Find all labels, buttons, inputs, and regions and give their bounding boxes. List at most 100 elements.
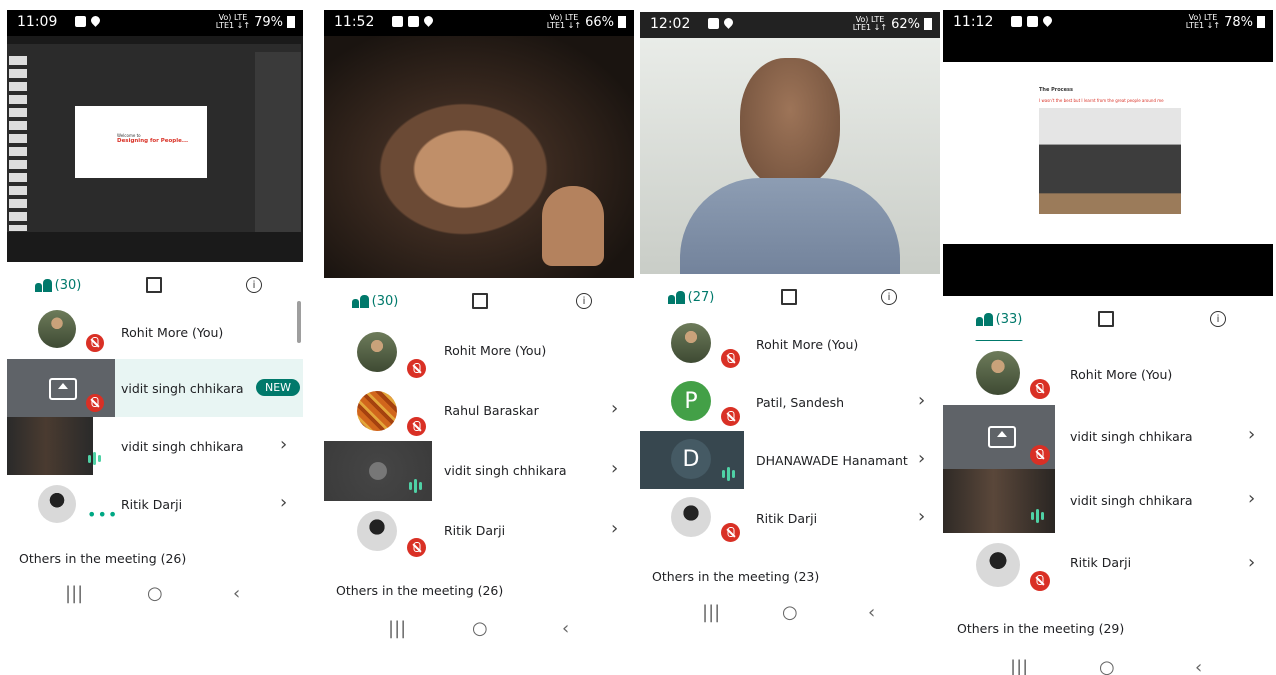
chevron-right-icon[interactable]: › — [1248, 488, 1255, 509]
chevron-right-icon[interactable]: › — [1248, 552, 1255, 573]
participant-row[interactable]: Rohit More (You) — [943, 341, 1273, 405]
battery-percent: 62% — [891, 16, 920, 32]
tab-info[interactable]: i — [874, 274, 904, 320]
participant-row[interactable]: D DHANAWADE Hanamant › — [640, 431, 940, 489]
chevron-right-icon[interactable]: › — [918, 448, 925, 469]
participant-name: Ritik Darji — [756, 511, 818, 526]
shared-screen-video[interactable]: The Process I wasn't the best but I lear… — [943, 36, 1273, 296]
chevron-right-icon[interactable]: › — [918, 390, 925, 411]
info-icon: i — [576, 293, 592, 309]
participant-row[interactable]: vidit singh chhikara › — [943, 469, 1273, 533]
slide-subtitle: I wasn't the best but I learnt from the … — [1039, 98, 1164, 103]
participant-row[interactable]: Rohit More (You) — [324, 321, 634, 381]
participant-row[interactable]: ••• Ritik Darji › — [7, 475, 303, 533]
chevron-right-icon[interactable]: › — [1248, 424, 1255, 445]
people-count: (33) — [995, 311, 1023, 327]
participant-row[interactable]: vidit singh chhikara › — [324, 441, 634, 501]
avatar — [671, 497, 711, 537]
chevron-right-icon[interactable]: › — [611, 518, 618, 539]
participant-name: vidit singh chhikara — [121, 439, 244, 454]
back-button[interactable]: ‹ — [868, 602, 875, 623]
shared-screen-video[interactable]: Welcome to Designing for People... — [7, 36, 303, 270]
home-button[interactable]: ○ — [782, 602, 798, 623]
status-dots: ••• — [87, 505, 119, 524]
status-right: Vo) LTE LTE1 ↓↑ 79% — [216, 14, 295, 30]
people-icon — [667, 290, 685, 304]
slide-canvas: The Process I wasn't the best but I lear… — [943, 62, 1273, 244]
tab-chat[interactable] — [774, 274, 804, 320]
participant-row[interactable]: Ritik Darji › — [640, 489, 940, 547]
hand-in-video — [542, 186, 604, 266]
back-button[interactable]: ‹ — [1195, 657, 1202, 675]
slide-title: The Process — [1039, 87, 1073, 93]
scrollbar[interactable] — [297, 301, 301, 343]
home-button[interactable]: ○ — [1099, 657, 1115, 675]
participant-row[interactable]: Rahul Baraskar › — [324, 381, 634, 441]
chevron-right-icon[interactable]: › — [611, 458, 618, 479]
tab-people[interactable]: (30) — [351, 278, 399, 325]
tab-info[interactable]: i — [569, 278, 599, 324]
participant-row[interactable]: P Patil, Sandesh › — [640, 373, 940, 431]
info-icon: i — [881, 289, 897, 305]
status-bar: 11:12 Vo) LTE LTE1 ↓↑ 78% — [943, 10, 1273, 36]
participant-video[interactable] — [324, 36, 634, 278]
chevron-right-icon[interactable]: › — [280, 492, 287, 513]
participant-name: Rohit More (You) — [756, 337, 859, 352]
participant-row[interactable]: Ritik Darji › — [943, 533, 1273, 597]
participant-row[interactable]: vidit singh chhikara NEW — [7, 359, 303, 417]
participant-row[interactable]: vidit singh chhikara › — [7, 417, 303, 475]
home-button[interactable]: ○ — [472, 618, 488, 639]
others-in-meeting[interactable]: Others in the meeting (26) — [336, 583, 503, 598]
recents-button[interactable]: ||| — [702, 602, 720, 623]
slide-thumbnail-strip — [9, 56, 27, 231]
chat-icon — [472, 293, 488, 309]
battery-icon — [287, 16, 295, 28]
status-time: 12:02 — [650, 16, 691, 32]
phone-screenshot-2: 11:52 Vo) LTE LTE1 ↓↑ 66% (30) i Rohit Mo… — [324, 10, 634, 670]
panel-tabs: (27) i — [640, 274, 940, 321]
mic-off-icon — [721, 407, 740, 426]
tab-info[interactable]: i — [1203, 296, 1233, 342]
mic-off-icon — [721, 349, 740, 368]
avatar — [671, 323, 711, 363]
avatar: D — [671, 439, 711, 479]
battery-icon — [618, 16, 626, 28]
back-button[interactable]: ‹ — [233, 583, 240, 604]
tab-people[interactable]: (33) — [975, 296, 1023, 343]
participant-video[interactable] — [640, 38, 940, 274]
battery-percent: 79% — [254, 14, 283, 30]
participant-name: vidit singh chhikara — [444, 463, 567, 478]
participant-row[interactable]: Rohit More (You) — [640, 315, 940, 373]
status-time: 11:52 — [334, 14, 375, 30]
others-in-meeting[interactable]: Others in the meeting (29) — [957, 621, 1124, 636]
participant-name: Rohit More (You) — [444, 343, 547, 358]
recents-button[interactable]: ||| — [388, 618, 406, 639]
participant-row[interactable]: vidit singh chhikara › — [943, 405, 1273, 469]
people-count: (30) — [371, 293, 399, 309]
chevron-right-icon[interactable]: › — [918, 506, 925, 527]
battery-percent: 66% — [585, 14, 614, 30]
phone-screenshot-4: 11:12 Vo) LTE LTE1 ↓↑ 78% The Process I w… — [943, 10, 1273, 675]
avatar — [357, 391, 397, 431]
recents-button[interactable]: ||| — [1010, 657, 1028, 675]
participant-row[interactable]: Rohit More (You) — [7, 299, 303, 359]
tab-chat[interactable] — [1091, 296, 1121, 342]
others-in-meeting[interactable]: Others in the meeting (26) — [19, 551, 186, 566]
present-screen-icon — [49, 378, 77, 400]
group-photo — [1039, 108, 1181, 214]
others-in-meeting[interactable]: Others in the meeting (23) — [652, 569, 819, 584]
chat-icon — [1098, 311, 1114, 327]
new-badge: NEW — [256, 379, 301, 396]
speaking-indicator-icon — [722, 467, 735, 481]
back-button[interactable]: ‹ — [562, 618, 569, 639]
chevron-right-icon[interactable]: › — [280, 434, 287, 455]
participant-row[interactable]: Ritik Darji › — [324, 501, 634, 561]
chevron-right-icon[interactable]: › — [611, 398, 618, 419]
tab-people[interactable]: (27) — [667, 274, 714, 321]
home-button[interactable]: ○ — [147, 583, 163, 604]
inspector-panel — [255, 52, 301, 232]
recents-button[interactable]: ||| — [65, 583, 83, 604]
network-label: LTE1 ↓↑ — [546, 21, 582, 30]
phone-screenshot-1: 11:09 Vo) LTE LTE1 ↓↑ 79% Welcome to Desi… — [7, 10, 303, 610]
tab-chat[interactable] — [465, 278, 495, 324]
